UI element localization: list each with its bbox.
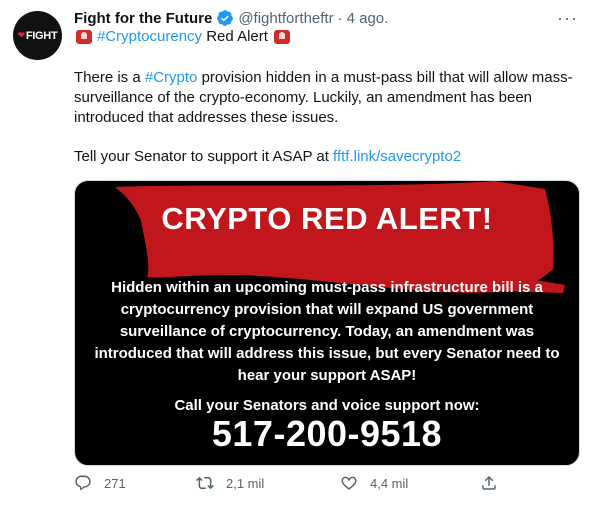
headline-text: Red Alert [202, 28, 268, 45]
author-name[interactable]: Fight for the Future [74, 10, 212, 27]
card-phone-number: 517-200-9518 [211, 413, 443, 454]
share-button[interactable] [480, 474, 510, 492]
savecrypto-link[interactable]: fftf.link/savecrypto2 [333, 148, 461, 165]
siren-icon [273, 29, 290, 44]
card-title: CRYPTO RED ALERT! [161, 201, 493, 236]
retweet-button[interactable]: 2,1 mil [196, 474, 264, 492]
author-handle[interactable]: @fightfortheftr [238, 10, 333, 27]
media-card[interactable]: CRYPTO RED ALERT! Hidden within an upcom… [74, 180, 580, 466]
more-options-icon[interactable]: ··· [557, 8, 578, 29]
card-call-text: Call your Senators and voice support now… [174, 397, 480, 414]
avatar-text: FIGHT [25, 29, 58, 42]
share-icon [482, 475, 496, 490]
tweet-header: Fight for the Future @fightfortheftr · 4… [74, 8, 388, 28]
avatar[interactable]: ❤ FIGHT [13, 11, 62, 60]
text-part: There is a [74, 69, 145, 86]
verified-badge-icon [217, 10, 234, 26]
heart-outline-icon [341, 476, 357, 490]
card-body-text: Hidden within an upcoming must-pass infr… [94, 279, 560, 384]
tweet-headline: #Cryptocurency Red Alert [74, 28, 295, 45]
separator-dot: · [337, 9, 343, 27]
tweet-text: There is a #Crypto provision hidden in a… [74, 68, 584, 128]
tweet[interactable]: ❤ FIGHT Fight for the Future @fightforth… [0, 0, 614, 506]
like-count: 4,4 mil [370, 475, 409, 491]
retweet-icon [196, 476, 214, 490]
tweet-cta: Tell your Senator to support it ASAP at … [74, 148, 461, 165]
action-bar: 271 2,1 mil 4,4 mil [74, 474, 554, 498]
retweet-count: 2,1 mil [226, 475, 265, 491]
hashtag-cryptocurrency[interactable]: #Cryptocurency [97, 28, 202, 45]
reply-button[interactable]: 271 [74, 474, 126, 492]
reply-count: 271 [104, 475, 126, 491]
hashtag-crypto[interactable]: #Crypto [145, 69, 198, 86]
cta-text: Tell your Senator to support it ASAP at [74, 148, 334, 165]
reply-icon [75, 475, 91, 491]
like-button[interactable]: 4,4 mil [340, 474, 408, 492]
siren-icon [76, 29, 92, 44]
tweet-date[interactable]: 4 ago. [347, 10, 389, 27]
heart-icon: ❤ [17, 30, 26, 40]
